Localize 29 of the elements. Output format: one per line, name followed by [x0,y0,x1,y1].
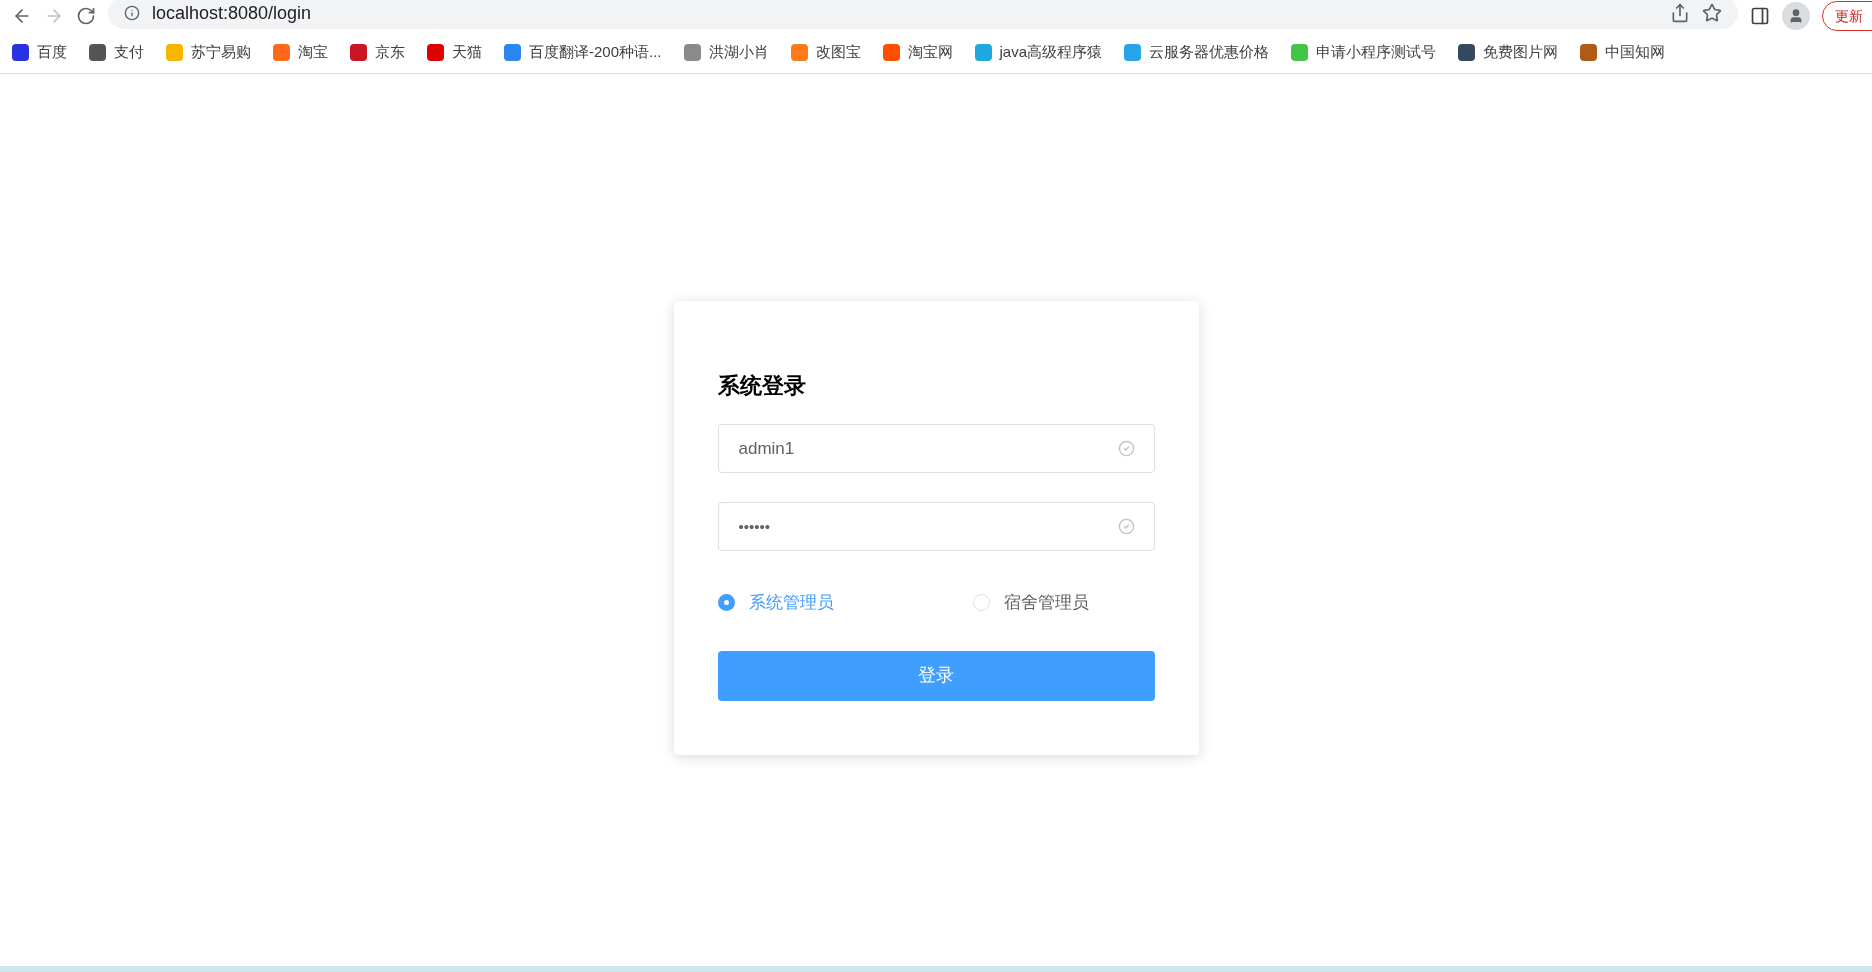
login-title: 系统登录 [717,372,807,400]
bookmark-item[interactable]: 洪湖小肖 [683,41,769,64]
info-icon[interactable] [124,5,140,21]
bookmark-item[interactable]: 天猫 [427,41,482,64]
username-input[interactable]: admin1 [717,424,1155,473]
check-icon [1117,518,1135,535]
bookmark-item[interactable]: 支付 [89,41,144,64]
bookmark-star-icon[interactable] [1702,3,1722,23]
check-icon [1117,440,1135,457]
side-panel-icon[interactable] [1750,6,1770,26]
bookmark-item[interactable]: 申请小程序测试号 [1291,41,1437,64]
bookmark-item[interactable]: 京东 [350,41,405,64]
bookmark-item[interactable]: 淘宝 [273,41,328,64]
share-icon[interactable] [1670,3,1690,23]
bookmark-item[interactable]: 云服务器优惠价格 [1124,41,1270,64]
bookmark-item[interactable]: java高级程序猿 [974,41,1103,64]
bookmark-item[interactable]: 淘宝网 [882,41,953,64]
url-text: localhost:8080/login [152,1,313,25]
bookmark-item[interactable]: 改图宝 [790,41,861,64]
bookmark-item[interactable]: 中国知网 [1580,41,1666,64]
reload-icon[interactable] [76,6,96,26]
bookmark-item[interactable]: 百度翻译-200种语... [504,41,662,64]
role-radio[interactable]: 宿舍管理员 [972,590,1155,616]
password-input[interactable]: •••••• [717,502,1155,551]
profile-avatar[interactable] [1782,2,1810,30]
address-bar[interactable]: localhost:8080/login [108,0,1738,29]
bookmark-item[interactable]: 百度 [12,41,67,64]
bookmark-item[interactable]: 免费图片网 [1458,41,1559,64]
bookmark-item[interactable]: 苏宁易购 [166,41,251,64]
